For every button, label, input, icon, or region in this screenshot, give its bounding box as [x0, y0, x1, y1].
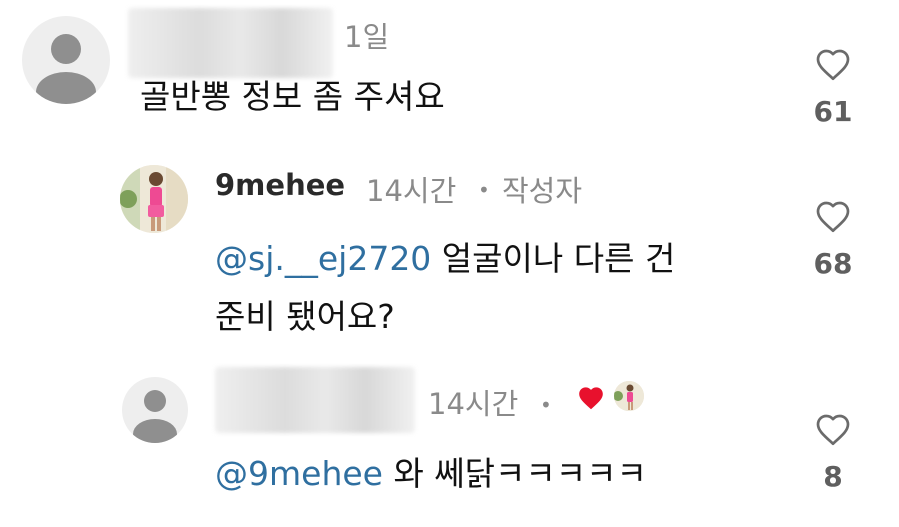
author-username[interactable]: 9mehee	[215, 168, 345, 202]
heart-outline-icon	[816, 201, 850, 233]
default-avatar-icon	[51, 34, 81, 64]
heart-outline-icon	[816, 49, 850, 81]
comment-text-line2: 준비 됐어요?	[215, 297, 395, 336]
comment-3: 14시간 • @9mehee 와 쎄닭ㅋㅋㅋㅋㅋ 8	[0, 355, 899, 527]
comment-text-body: 와 쎄닭ㅋㅋㅋㅋㅋ	[382, 454, 647, 493]
author-like-avatar	[614, 381, 644, 411]
commenter-avatar[interactable]	[22, 16, 110, 104]
comment-text: @sj.__ej2720 얼굴이나 다른 건 준비 됐어요?	[215, 230, 775, 346]
meta-separator: •	[478, 178, 490, 202]
heart-filled-icon	[579, 387, 603, 410]
mention-link[interactable]: @9mehee	[215, 454, 383, 493]
meta-separator: •	[540, 393, 552, 417]
comment-text: @9mehee 와 쎄닭ㅋㅋㅋㅋㅋ	[215, 445, 647, 503]
like-button[interactable]: 61	[803, 48, 863, 128]
like-count: 68	[813, 247, 853, 280]
like-count: 8	[823, 460, 843, 493]
comment-text: 골반뽕 정보 좀 주셔요	[140, 77, 445, 116]
like-button[interactable]: 68	[803, 200, 863, 280]
mention-link[interactable]: @sj.__ej2720	[215, 239, 431, 278]
comment-text-line1: 얼굴이나 다른 건	[431, 239, 676, 278]
default-avatar-icon	[144, 390, 166, 412]
comment-time: 14시간	[428, 387, 519, 421]
like-count: 61	[813, 95, 853, 128]
comment-2: 9mehee 14시간 • 작성자 @sj.__ej2720 얼굴이나 다른 건…	[0, 140, 899, 350]
author-badge: 작성자	[502, 174, 583, 208]
profile-photo-icon	[120, 165, 188, 233]
comment-time: 14시간	[366, 174, 457, 208]
blurred-username[interactable]	[215, 367, 415, 433]
comment-1: 1일 골반뽕 정보 좀 주셔요 61	[0, 0, 899, 140]
commenter-avatar[interactable]	[122, 377, 188, 443]
comment-time: 1일	[344, 20, 390, 54]
like-button[interactable]: 8	[803, 413, 863, 493]
author-avatar[interactable]	[120, 165, 188, 233]
heart-outline-icon	[816, 414, 850, 446]
